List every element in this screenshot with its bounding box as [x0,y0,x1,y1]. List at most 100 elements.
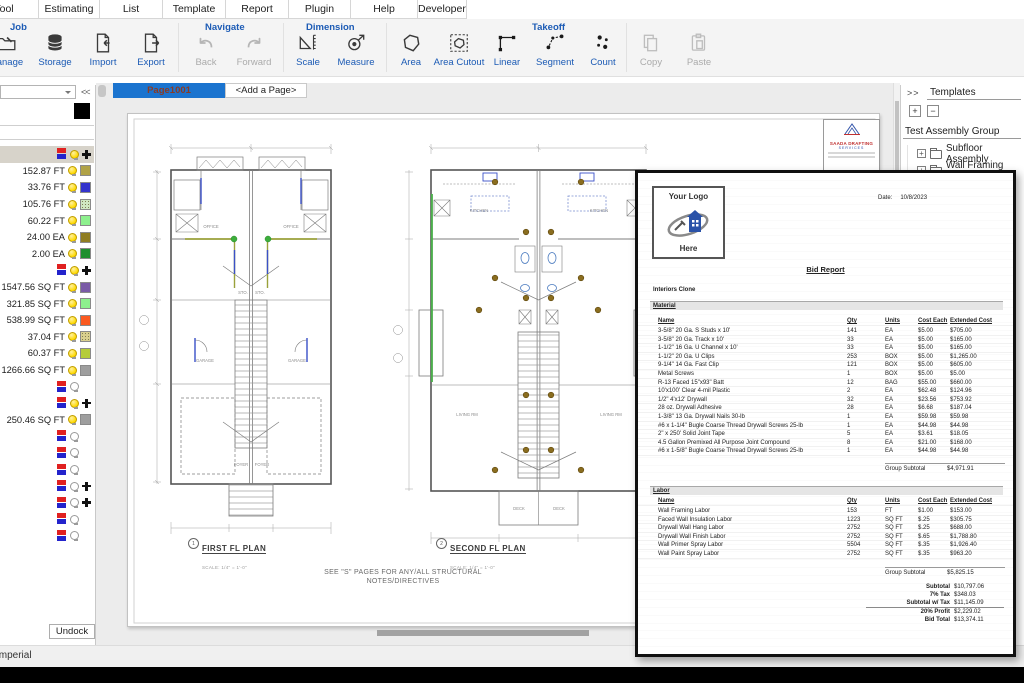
bulb-visibility-icon[interactable] [70,150,79,159]
bulb-visibility-icon[interactable] [68,332,77,341]
add-icon[interactable] [82,266,91,275]
takeoff-row[interactable]: 250.46 SQ FT [0,412,94,429]
segment-button[interactable]: Segment [528,32,582,68]
menu-item[interactable]: Template [162,0,226,19]
takeoff-row[interactable] [0,146,94,163]
bulb-visibility-icon[interactable] [70,465,79,474]
takeoff-group-dropdown[interactable] [0,85,76,99]
tab-scroll-nub[interactable] [98,85,106,97]
takeoff-row[interactable] [0,478,94,495]
bulb-visibility-icon[interactable] [70,531,79,540]
menu-item[interactable]: Tool [0,0,39,19]
takeoff-row[interactable]: 2.00 EA [0,246,94,263]
menu-item[interactable]: List [99,0,163,19]
bulb-visibility-icon[interactable] [68,299,77,308]
expand-node-icon[interactable] [917,149,926,158]
bulb-visibility-icon[interactable] [68,366,77,375]
page-tab-active[interactable]: Page1001 [113,83,225,98]
takeoff-color-swatch[interactable] [80,365,91,376]
assembly-group-field[interactable]: Test Assembly Group [903,124,1021,139]
collapse-all-button[interactable]: − [927,105,939,117]
takeoff-color-swatch[interactable] [80,348,91,359]
takeoff-row[interactable]: 1266.66 SQ FT [0,362,94,379]
menu-item[interactable]: Plugin [288,0,351,19]
bulb-visibility-icon[interactable] [70,266,79,275]
export-button[interactable]: Export [124,32,178,68]
storage-button[interactable]: Storage [28,32,82,68]
templates-dropdown[interactable]: Templates [927,85,1021,100]
expand-all-button[interactable]: + [909,105,921,117]
bulb-visibility-icon[interactable] [70,482,79,491]
bulb-visibility-icon[interactable] [68,415,77,424]
import-button[interactable]: Import [76,32,130,68]
collapse-sidebar-button[interactable]: << [81,87,90,97]
takeoff-color-swatch[interactable] [80,232,91,243]
takeoff-color-swatch[interactable] [80,315,91,326]
takeoff-color-swatch[interactable] [80,248,91,259]
takeoff-color-swatch[interactable] [80,331,91,342]
area-button[interactable]: Area [384,32,438,68]
count-button[interactable]: Count [576,32,630,68]
area-cutout-button[interactable]: Area Cutout [432,32,486,68]
takeoff-row[interactable] [0,378,94,395]
menu-item[interactable]: Estimating [38,0,100,19]
add-icon[interactable] [82,498,91,507]
takeoff-row[interactable]: 1547.56 SQ FT [0,279,94,296]
takeoff-row[interactable]: 33.76 FT [0,179,94,196]
paste-button[interactable]: Paste [672,32,726,68]
horizontal-scrollbar-thumb[interactable] [377,630,589,636]
takeoff-row[interactable] [0,528,94,545]
color-swatch-black[interactable] [74,103,90,119]
menu-item[interactable]: Help [350,0,418,19]
undock-button[interactable]: Undock [49,624,95,639]
takeoff-row[interactable]: 538.99 SQ FT [0,312,94,329]
bulb-visibility-icon[interactable] [68,183,77,192]
add-icon[interactable] [82,482,91,491]
measure-button[interactable]: Measure [329,32,383,68]
scale-button[interactable]: Scale [281,32,335,68]
takeoff-row[interactable]: 37.04 FT [0,329,94,346]
bulb-visibility-icon[interactable] [68,316,77,325]
bulb-visibility-icon[interactable] [70,515,79,524]
menu-item[interactable]: Developer [417,0,467,19]
takeoff-row[interactable]: 60.37 FT [0,345,94,362]
takeoff-row[interactable]: 152.87 FT [0,163,94,180]
takeoff-color-swatch[interactable] [80,199,91,210]
takeoff-color-swatch[interactable] [80,282,91,293]
bulb-visibility-icon[interactable] [68,349,77,358]
bulb-visibility-icon[interactable] [68,283,77,292]
bulb-visibility-icon[interactable] [70,432,79,441]
bulb-visibility-icon[interactable] [68,249,77,258]
bulb-visibility-icon[interactable] [68,233,77,242]
takeoff-row[interactable]: 24.00 EA [0,229,94,246]
takeoff-color-swatch[interactable] [80,182,91,193]
bulb-visibility-icon[interactable] [70,498,79,507]
takeoff-row[interactable] [0,511,94,528]
add-page-tab[interactable]: <Add a Page> [225,83,307,98]
takeoff-row[interactable] [0,262,94,279]
bulb-visibility-icon[interactable] [70,448,79,457]
bulb-visibility-icon[interactable] [70,382,79,391]
copy-button[interactable]: Copy [624,32,678,68]
takeoff-row[interactable]: 105.76 FT [0,196,94,213]
takeoff-row[interactable]: 321.85 SQ FT [0,295,94,312]
takeoff-name-input[interactable] [0,125,94,140]
takeoff-color-swatch[interactable] [80,215,91,226]
bulb-visibility-icon[interactable] [68,216,77,225]
menu-item[interactable]: Report [225,0,289,19]
takeoff-color-swatch[interactable] [80,298,91,309]
bulb-visibility-icon[interactable] [70,399,79,408]
add-icon[interactable] [82,399,91,408]
takeoff-row[interactable]: 60.22 FT [0,212,94,229]
takeoff-row[interactable] [0,445,94,462]
bulb-visibility-icon[interactable] [68,166,77,175]
bulb-visibility-icon[interactable] [68,200,77,209]
takeoff-row[interactable] [0,494,94,511]
takeoff-color-swatch[interactable] [80,414,91,425]
takeoff-color-swatch[interactable] [80,165,91,176]
takeoff-row[interactable] [0,395,94,412]
back-button[interactable]: Back [179,32,233,68]
add-icon[interactable] [82,150,91,159]
linear-button[interactable]: Linear [480,32,534,68]
forward-button[interactable]: Forward [227,32,281,68]
